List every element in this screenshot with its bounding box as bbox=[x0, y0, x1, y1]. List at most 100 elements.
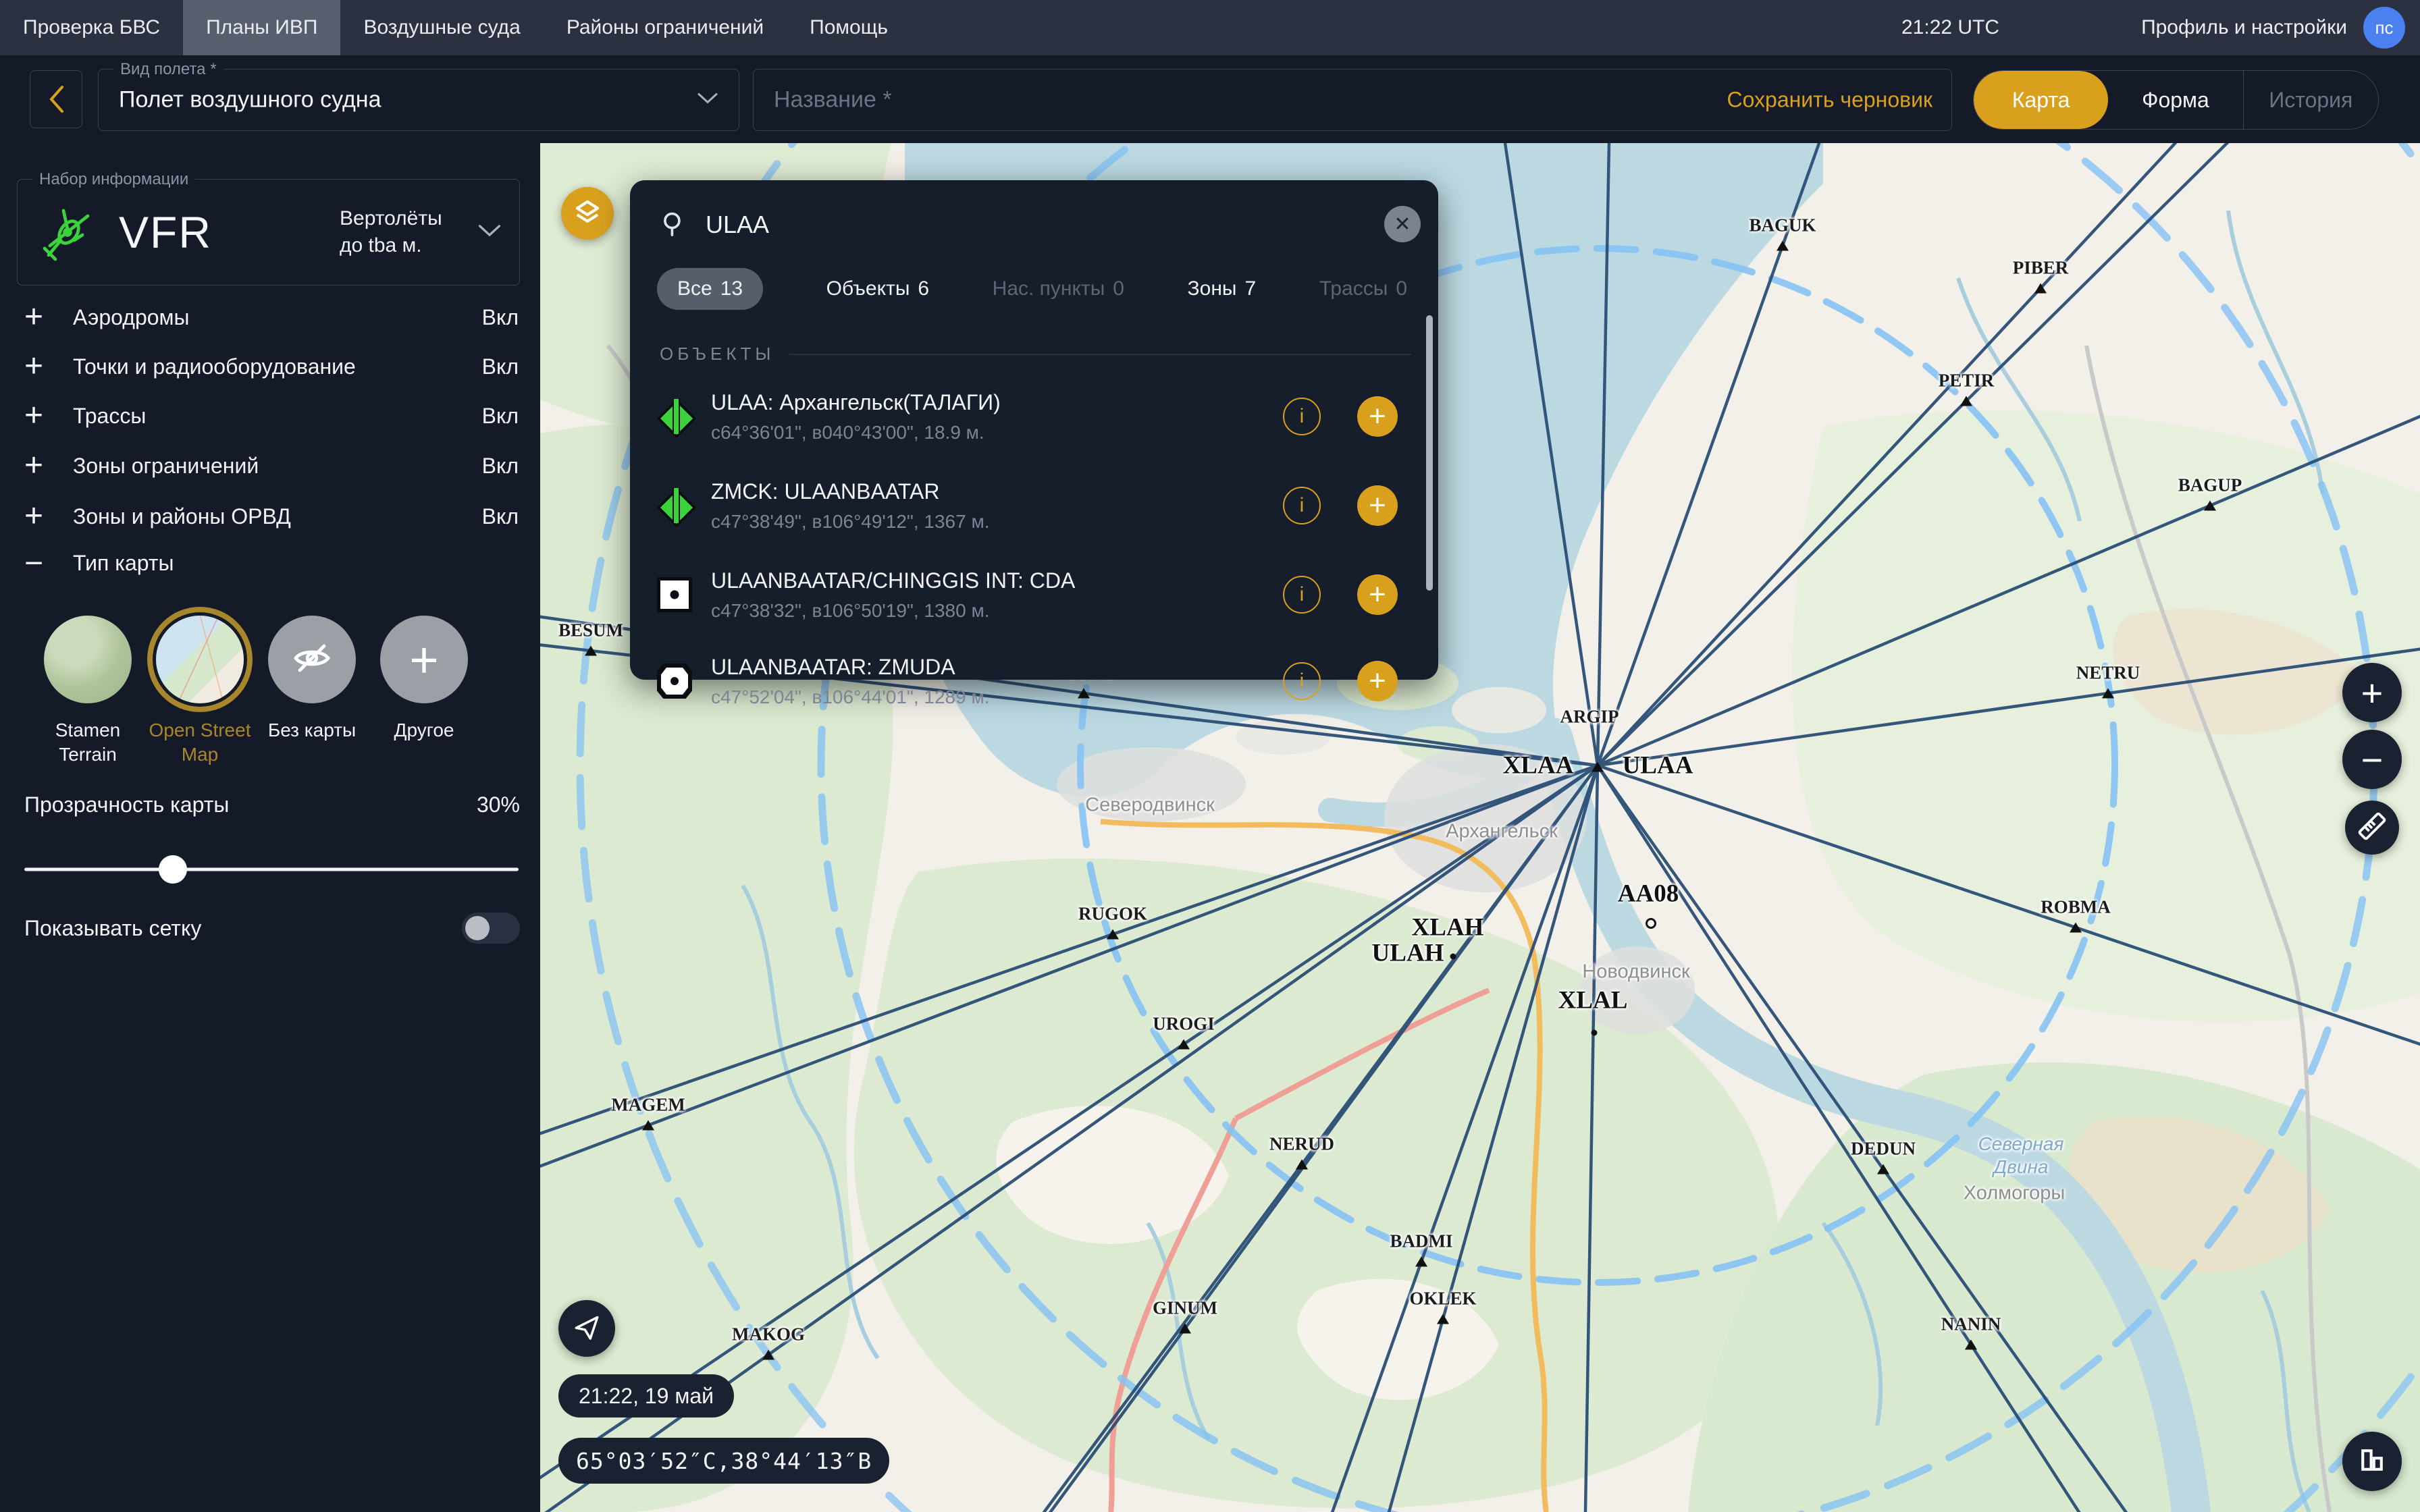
map-type-none[interactable]: Без карты bbox=[256, 616, 368, 742]
airport-diamond-icon bbox=[657, 399, 692, 434]
nav-item-aircraft[interactable]: Воздушные суда bbox=[340, 0, 543, 55]
waypoint-triangle-marker bbox=[1965, 1340, 1977, 1350]
layer-state-toggle[interactable]: Вкл bbox=[482, 454, 519, 479]
opacity-label: Прозрачность карты bbox=[24, 792, 229, 817]
no-map-thumbnail[interactable] bbox=[268, 616, 356, 703]
nav-item-help[interactable]: Помощь bbox=[787, 0, 911, 55]
tab-all[interactable]: Все13 bbox=[657, 268, 763, 310]
measure-button[interactable] bbox=[2345, 801, 2399, 855]
statistics-button[interactable] bbox=[2342, 1432, 2402, 1491]
chevron-left-icon bbox=[47, 84, 65, 114]
add-to-plan-button[interactable]: + bbox=[1357, 574, 1398, 615]
user-avatar[interactable]: пс bbox=[2363, 7, 2405, 49]
layer-label: Трассы bbox=[73, 404, 146, 429]
info-button[interactable]: i bbox=[1283, 662, 1321, 700]
map-circle-marker bbox=[1646, 918, 1656, 929]
tab-zones[interactable]: Зоны7 bbox=[1188, 268, 1257, 310]
nav-item-bvs-check[interactable]: Проверка БВС bbox=[0, 0, 183, 55]
save-draft-button[interactable]: Сохранить черновик bbox=[1727, 88, 1932, 113]
utc-clock: 21:22 UTC bbox=[1901, 0, 1999, 55]
zoom-out-button[interactable]: − bbox=[2342, 730, 2402, 789]
map-waypoint-label: NETRU bbox=[2076, 663, 2140, 684]
waypoint-triangle-marker bbox=[2034, 284, 2047, 294]
expand-plus-icon[interactable]: + bbox=[24, 351, 55, 382]
map-city-label: Северодвинск bbox=[1085, 794, 1215, 817]
search-result-zmuda[interactable]: ULAANBAATAR: ZMUDA с47°52'04", в106°44'0… bbox=[657, 641, 1398, 722]
map-type-section-header[interactable]: − Тип карты bbox=[0, 539, 540, 587]
layer-row-orvd-zones[interactable]: + Зоны и районы ОРВД Вкл bbox=[0, 492, 540, 541]
info-button[interactable]: i bbox=[1283, 576, 1321, 614]
map-type-stamen[interactable]: Stamen Terrain bbox=[32, 616, 144, 767]
layer-state-toggle[interactable]: Вкл bbox=[482, 305, 519, 330]
search-query[interactable]: ULAA bbox=[706, 211, 769, 239]
other-map-thumbnail[interactable]: + bbox=[380, 616, 468, 703]
expand-plus-icon[interactable]: + bbox=[24, 501, 55, 532]
layer-row-aerodromes[interactable]: + Аэродромы Вкл bbox=[0, 293, 540, 342]
add-to-plan-button[interactable]: + bbox=[1357, 661, 1398, 701]
plan-name-input[interactable]: Название * Сохранить черновик bbox=[753, 69, 1952, 131]
layers-button[interactable] bbox=[561, 187, 614, 240]
back-button[interactable] bbox=[30, 70, 82, 128]
point-hexagon-icon bbox=[657, 664, 692, 699]
send-arrow-icon bbox=[573, 1313, 601, 1345]
osm-thumbnail[interactable] bbox=[156, 616, 244, 703]
map-waypoint-label: RUGOK bbox=[1078, 904, 1147, 925]
view-tab-form[interactable]: Форма bbox=[2108, 71, 2242, 129]
profile-settings-link[interactable]: Профиль и настройки bbox=[2141, 0, 2347, 55]
layer-state-toggle[interactable]: Вкл bbox=[482, 354, 519, 379]
expand-plus-icon[interactable]: + bbox=[24, 302, 55, 333]
tab-objects[interactable]: Объекты6 bbox=[826, 268, 929, 310]
layer-state-toggle[interactable]: Вкл bbox=[482, 404, 519, 429]
map-type-osm[interactable]: Open Street Map bbox=[144, 616, 256, 767]
opacity-value: 30% bbox=[477, 792, 520, 817]
results-section-header: ОБЪЕКТЫ bbox=[660, 344, 1411, 364]
result-coordinates: с47°38'49", в106°49'12", 1367 м. bbox=[711, 511, 1269, 533]
map-time-text: 21:22, 19 май bbox=[579, 1384, 714, 1409]
search-result-ulaa[interactable]: ULAA: Архангельск(ТАЛАГИ) с64°36'01", в0… bbox=[657, 373, 1398, 460]
layer-row-routes[interactable]: + Трассы Вкл bbox=[0, 392, 540, 440]
flight-type-select[interactable]: Вид полета * Полет воздушного судна bbox=[98, 69, 739, 131]
waypoint-triangle-marker bbox=[1415, 1257, 1427, 1267]
slider-knob[interactable] bbox=[159, 855, 187, 884]
view-switcher: Карта Форма История bbox=[1973, 70, 2379, 130]
tab-routes[interactable]: Трассы0 bbox=[1319, 268, 1407, 310]
map-waypoint-label: MAKOG bbox=[732, 1324, 805, 1345]
nav-item-ivp-plans[interactable]: Планы ИВП bbox=[183, 0, 340, 55]
add-to-plan-button[interactable]: + bbox=[1357, 485, 1398, 526]
nav-item-restriction-areas[interactable]: Районы ограничений bbox=[544, 0, 787, 55]
close-icon[interactable]: ✕ bbox=[1384, 206, 1421, 242]
opacity-slider[interactable] bbox=[24, 856, 519, 883]
map-waypoint-label: DEDUN bbox=[1851, 1139, 1916, 1160]
stamen-thumbnail[interactable] bbox=[44, 616, 132, 703]
expand-plus-icon[interactable]: + bbox=[24, 450, 55, 481]
map-waypoint-label: BADMI bbox=[1390, 1231, 1453, 1252]
map-navaid-label: ULAH bbox=[1372, 939, 1444, 968]
zoom-in-button[interactable]: + bbox=[2342, 663, 2402, 722]
panel-scrollbar[interactable] bbox=[1426, 315, 1433, 591]
slider-track[interactable] bbox=[24, 868, 519, 871]
locate-button[interactable] bbox=[558, 1300, 615, 1357]
collapse-minus-icon[interactable]: − bbox=[24, 545, 55, 582]
info-set-select[interactable]: Набор информации VFR Вертолёты до tba м. bbox=[17, 179, 520, 286]
layer-state-toggle[interactable]: Вкл bbox=[482, 504, 519, 529]
add-to-plan-button[interactable]: + bbox=[1357, 396, 1398, 437]
grid-toggle[interactable] bbox=[462, 913, 520, 944]
expand-plus-icon[interactable]: + bbox=[24, 400, 55, 431]
waypoint-triangle-marker bbox=[762, 1350, 774, 1360]
tab-settlements[interactable]: Нас. пункты0 bbox=[993, 268, 1124, 310]
info-set-subtitle: Вертолёты до tba м. bbox=[340, 205, 461, 259]
view-tab-history[interactable]: История bbox=[2243, 71, 2378, 129]
search-result-cda[interactable]: ULAANBAATAR/CHINGGIS INT: CDA с47°38'32"… bbox=[657, 551, 1398, 638]
result-title: ZMCK: ULAANBAATAR bbox=[711, 479, 1269, 504]
layer-row-points-radio[interactable]: + Точки и радиооборудование Вкл bbox=[0, 342, 540, 391]
info-button[interactable]: i bbox=[1283, 398, 1321, 435]
search-result-zmck[interactable]: ZMCK: ULAANBAATAR с47°38'49", в106°49'12… bbox=[657, 462, 1398, 549]
waypoint-triangle-marker bbox=[2102, 688, 2114, 699]
view-tab-map[interactable]: Карта bbox=[1974, 71, 2108, 129]
info-button[interactable]: i bbox=[1283, 487, 1321, 524]
layer-row-restriction-zones[interactable]: + Зоны ограничений Вкл bbox=[0, 441, 540, 490]
search-row[interactable]: ULAA ✕ bbox=[660, 205, 1411, 245]
map-type-other[interactable]: + Другое bbox=[368, 616, 480, 742]
map-type-option-label: Open Street Map bbox=[144, 718, 256, 767]
map-navaid-label: XLAA bbox=[1503, 751, 1574, 780]
